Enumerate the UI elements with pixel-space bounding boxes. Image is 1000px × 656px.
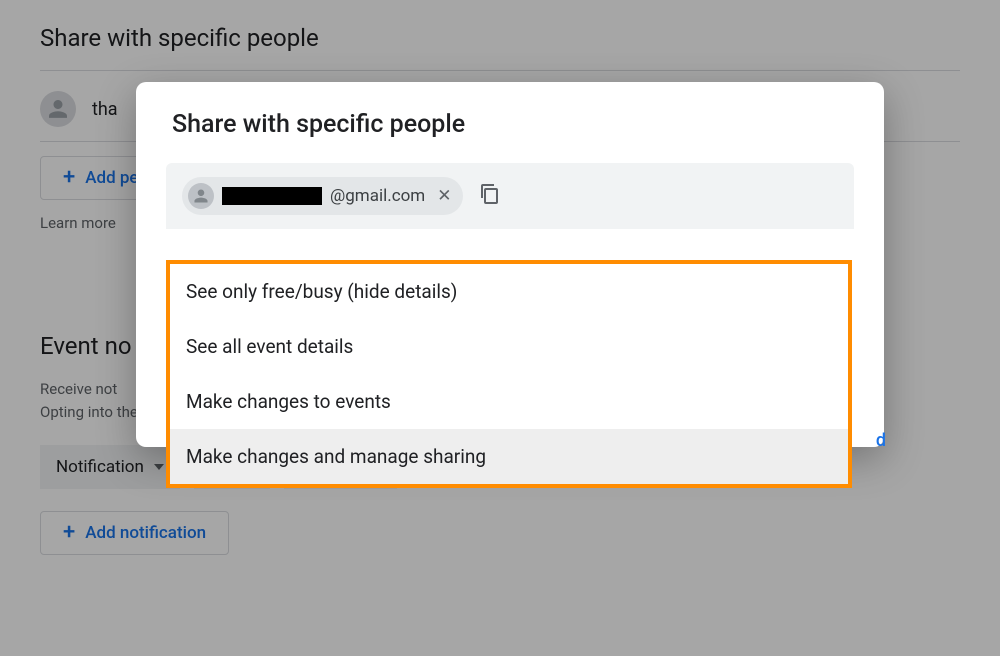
chip-avatar xyxy=(188,183,214,209)
permission-option-see-all[interactable]: See all event details xyxy=(170,319,848,374)
send-button-fragment[interactable]: d xyxy=(876,430,886,451)
permission-dropdown: See only free/busy (hide details) See al… xyxy=(166,260,852,488)
permission-option-make-changes[interactable]: Make changes to events xyxy=(170,374,848,429)
copy-icon[interactable] xyxy=(477,182,501,210)
permission-option-freebusy[interactable]: See only free/busy (hide details) xyxy=(170,264,848,319)
email-chip: @gmail.com ✕ xyxy=(182,177,463,215)
redacted-email-local xyxy=(222,187,322,205)
email-domain: @gmail.com xyxy=(330,186,425,206)
email-input-area[interactable]: @gmail.com ✕ xyxy=(166,163,854,229)
dialog-title: Share with specific people xyxy=(136,82,884,163)
remove-chip-button[interactable]: ✕ xyxy=(433,186,451,206)
share-dialog: Share with specific people @gmail.com ✕ … xyxy=(136,82,884,447)
person-icon xyxy=(193,188,209,204)
permission-option-manage-sharing[interactable]: Make changes and manage sharing xyxy=(170,429,848,484)
